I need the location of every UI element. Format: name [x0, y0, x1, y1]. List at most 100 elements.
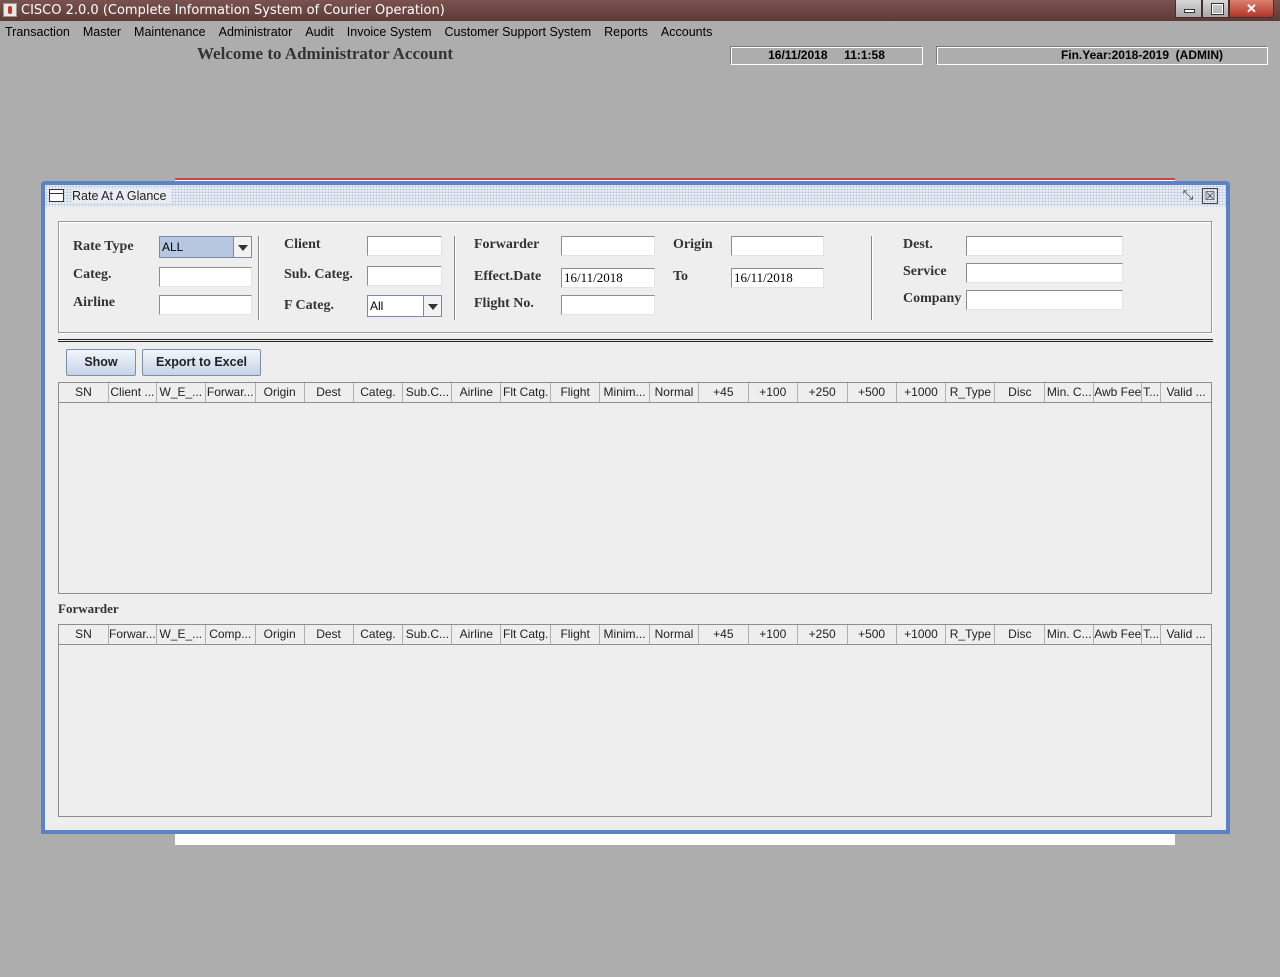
company-field[interactable] [966, 290, 1123, 310]
categ-label: Categ. [73, 267, 112, 282]
column-header[interactable]: Categ. [354, 383, 404, 402]
flight-no-label: Flight No. [474, 296, 534, 311]
column-header[interactable]: Normal [650, 625, 699, 644]
menu-audit[interactable]: Audit [305, 25, 334, 39]
categ-field[interactable] [159, 267, 252, 287]
column-header[interactable]: +45 [699, 383, 749, 402]
menu-accounts[interactable]: Accounts [661, 25, 712, 39]
column-header[interactable]: Flt Catg. [501, 625, 552, 644]
column-header[interactable]: Min. C... [1045, 625, 1095, 644]
column-header[interactable]: Sub.C... [403, 625, 453, 644]
menu-administrator[interactable]: Administrator [219, 25, 293, 39]
frame-body: Rate Type ALL Categ. Airline Client Sub.… [45, 207, 1226, 830]
effect-date-field[interactable]: 16/11/2018 [561, 268, 655, 288]
column-header[interactable]: Origin [256, 625, 305, 644]
column-header[interactable]: Airline [452, 625, 502, 644]
sub-categ-label: Sub. Categ. [284, 267, 353, 282]
flight-no-field[interactable] [561, 295, 655, 315]
column-header[interactable]: +250 [798, 383, 848, 402]
column-header[interactable]: +250 [798, 625, 848, 644]
column-header[interactable]: Valid ... [1161, 625, 1211, 644]
section-divider [58, 339, 1213, 342]
chevron-down-icon[interactable] [233, 237, 251, 257]
rate-type-select[interactable]: ALL [159, 236, 252, 258]
column-header[interactable]: W_E_... [157, 625, 206, 644]
forwarder-section-label: Forwarder [58, 601, 119, 616]
filter-divider [258, 236, 259, 320]
menu-invoice-system[interactable]: Invoice System [347, 25, 432, 39]
client-rate-table[interactable]: SN Client ... W_E_... Forwar... Origin D… [58, 382, 1212, 594]
forwarder-field[interactable] [561, 236, 655, 256]
column-header[interactable]: W_E_... [157, 383, 206, 402]
app-title-bar: CISCO 2.0.0 (Complete Information System… [0, 0, 1280, 21]
column-header[interactable]: +500 [848, 625, 897, 644]
column-header[interactable]: Sub.C... [403, 383, 453, 402]
export-to-excel-button[interactable]: Export to Excel [142, 349, 261, 376]
column-header[interactable]: T... [1142, 383, 1162, 402]
column-header[interactable]: R_Type [946, 625, 996, 644]
menu-bar: Transaction Master Maintenance Administr… [0, 21, 1280, 42]
client-field[interactable] [367, 236, 442, 256]
column-header[interactable]: Disc [995, 625, 1046, 644]
menu-transaction[interactable]: Transaction [5, 25, 70, 39]
service-field[interactable] [966, 263, 1123, 283]
minimize-button[interactable] [1175, 0, 1202, 18]
client-table-header: SN Client ... W_E_... Forwar... Origin D… [59, 383, 1211, 403]
chevron-down-icon[interactable] [423, 296, 441, 316]
column-header[interactable]: Flight [551, 625, 601, 644]
close-button[interactable]: ✕ [1229, 0, 1274, 18]
show-button[interactable]: Show [66, 349, 136, 376]
column-header[interactable]: +100 [749, 625, 798, 644]
column-header[interactable]: Minim... [600, 625, 650, 644]
column-header[interactable]: Valid ... [1161, 383, 1211, 402]
dest-field[interactable] [966, 236, 1123, 256]
column-header[interactable]: Forwar... [109, 625, 157, 644]
to-date-field[interactable]: 16/11/2018 [731, 268, 824, 288]
app-title: CISCO 2.0.0 (Complete Information System… [21, 3, 445, 18]
origin-field[interactable] [731, 236, 824, 256]
column-header[interactable]: Disc [995, 383, 1046, 402]
forwarder-rate-table[interactable]: SN Forwar... W_E_... Comp... Origin Dest… [58, 624, 1212, 817]
f-categ-select[interactable]: All [367, 295, 442, 317]
column-header[interactable]: Forwar... [206, 383, 256, 402]
column-header[interactable]: Minim... [600, 383, 650, 402]
column-header[interactable]: Min. C... [1045, 383, 1095, 402]
column-header[interactable]: R_Type [946, 383, 996, 402]
column-header[interactable]: Dest [305, 383, 354, 402]
column-header[interactable]: Dest [305, 625, 354, 644]
column-header[interactable]: +100 [749, 383, 798, 402]
frame-close-icon[interactable]: ☒ [1202, 188, 1218, 204]
column-header[interactable]: Origin [256, 383, 305, 402]
effect-date-label: Effect.Date [474, 269, 542, 284]
restore-icon[interactable]: ⤡ [1180, 188, 1196, 204]
column-header[interactable]: Flight [551, 383, 601, 402]
column-header[interactable]: Client ... [109, 383, 157, 402]
frame-title: Rate At A Glance [72, 189, 171, 203]
column-header[interactable]: Normal [650, 383, 699, 402]
java-app-icon [3, 3, 17, 17]
airline-field[interactable] [159, 295, 252, 315]
column-header[interactable]: Comp... [206, 625, 256, 644]
menu-maintenance[interactable]: Maintenance [134, 25, 206, 39]
column-header[interactable]: +1000 [897, 383, 947, 402]
column-header[interactable]: +500 [848, 383, 897, 402]
column-header[interactable]: Awb Fee [1094, 625, 1143, 644]
to-label: To [673, 269, 689, 284]
column-header[interactable]: +45 [699, 625, 749, 644]
menu-master[interactable]: Master [83, 25, 121, 39]
column-header[interactable]: SN [59, 383, 109, 402]
fin-year-status: Fin.Year:2018-2019 (ADMIN) [936, 46, 1268, 65]
menu-customer-support-system[interactable]: Customer Support System [445, 25, 592, 39]
column-header[interactable]: T... [1142, 625, 1162, 644]
sub-categ-field[interactable] [367, 266, 442, 286]
maximize-button[interactable] [1202, 0, 1229, 18]
column-header[interactable]: Airline [452, 383, 502, 402]
column-header[interactable]: Awb Fee [1094, 383, 1143, 402]
column-header[interactable]: SN [59, 625, 109, 644]
column-header[interactable]: Flt Catg. [501, 383, 552, 402]
column-header[interactable]: Categ. [354, 625, 404, 644]
frame-title-bar[interactable]: Rate At A Glance ⤡ ☒ [45, 185, 1226, 207]
menu-reports[interactable]: Reports [604, 25, 648, 39]
company-label: Company [903, 291, 962, 306]
column-header[interactable]: +1000 [897, 625, 947, 644]
